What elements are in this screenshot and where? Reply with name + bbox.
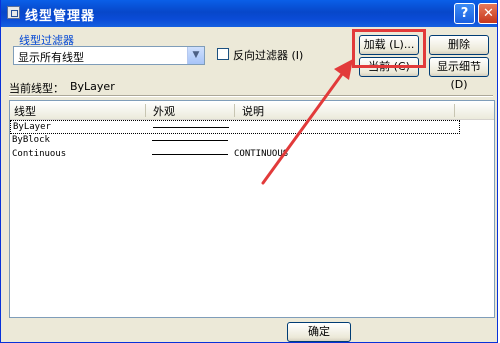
annotation-arrow (261, 59, 353, 185)
linetype-manager-dialog: 线型管理器 ? ✕ 线型过滤器 显示所有线型 ▼ 反向过滤器 (I) 加载 (L… (0, 0, 498, 343)
